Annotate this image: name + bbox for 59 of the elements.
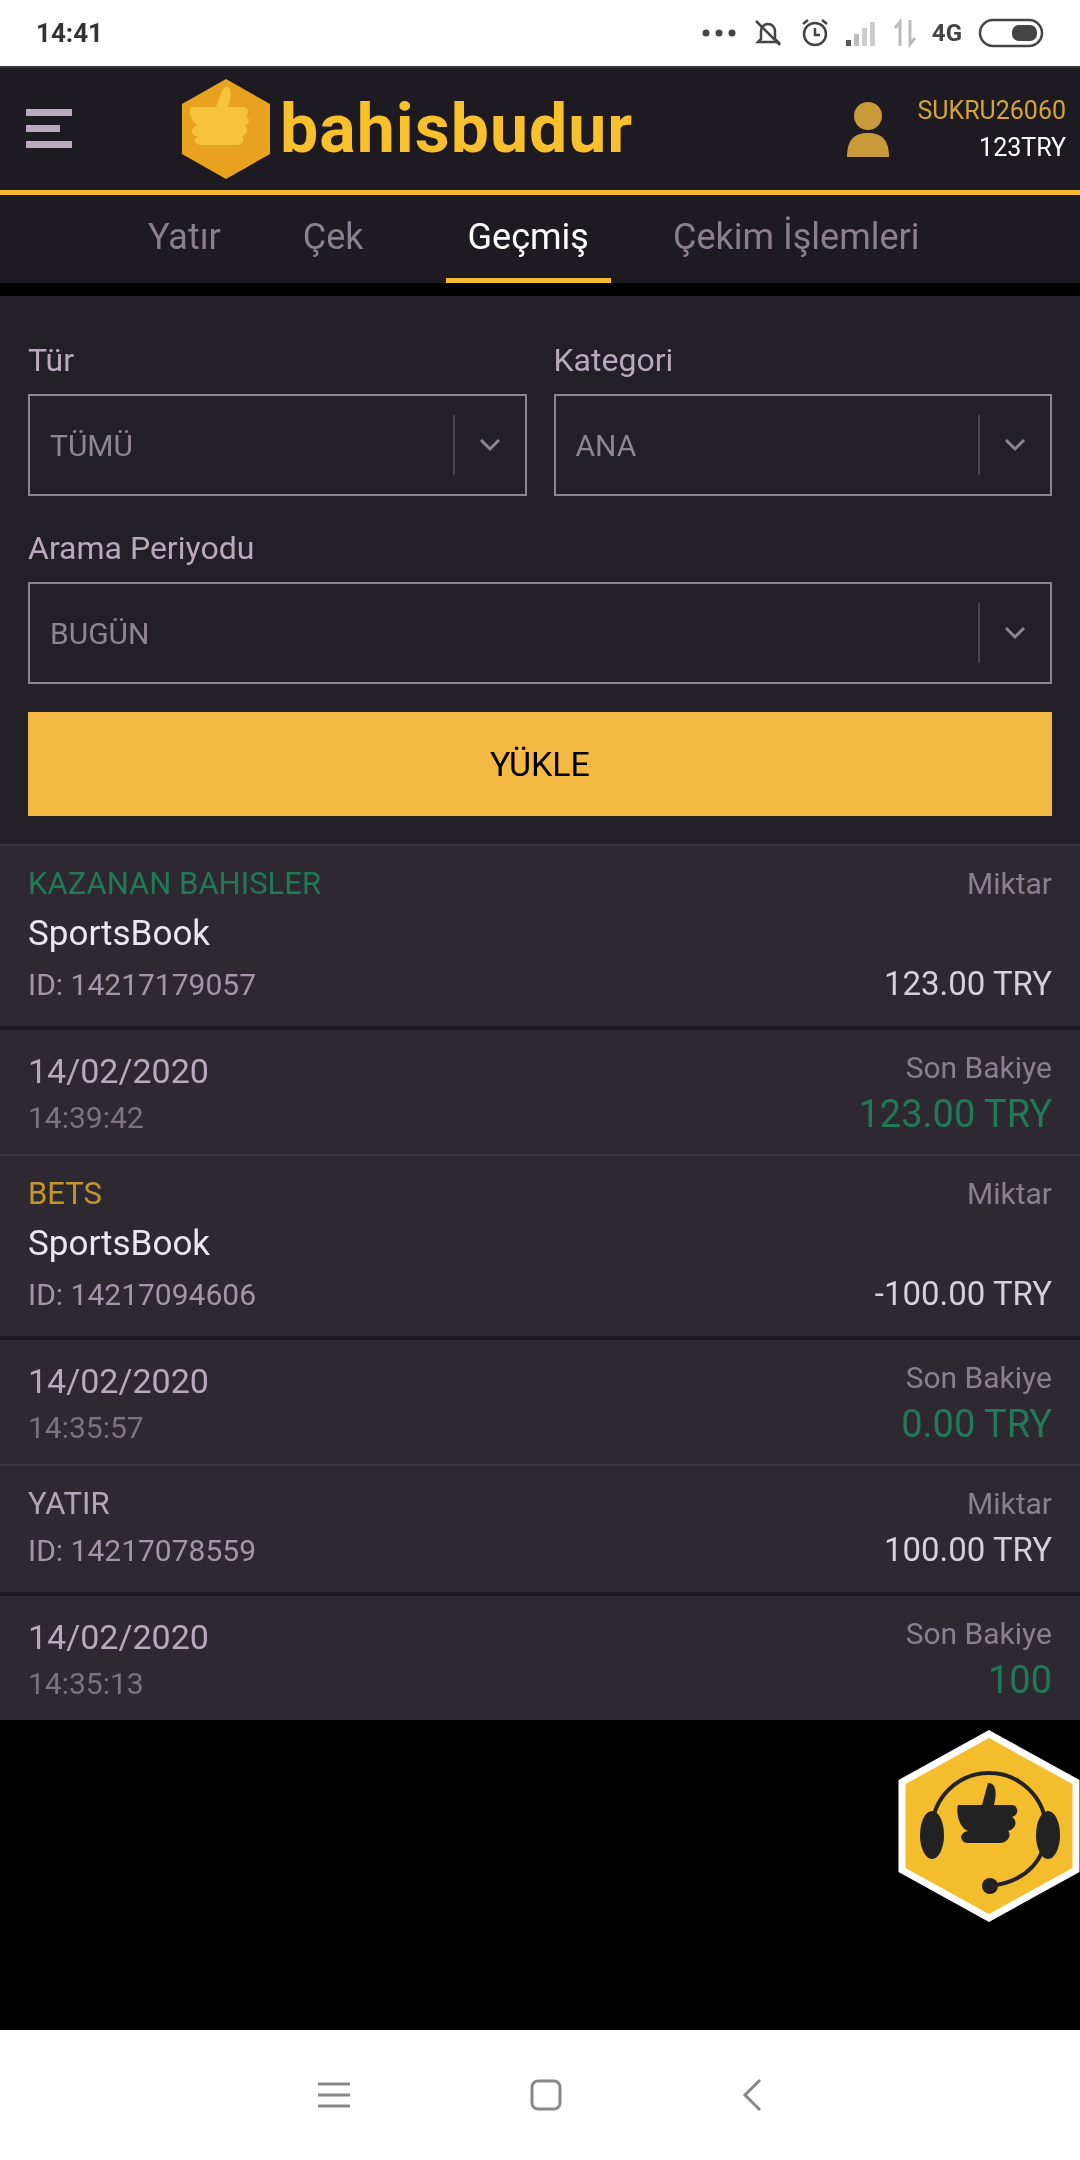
field-label: Arama Periyodu xyxy=(28,528,256,569)
back-button[interactable] xyxy=(742,2078,762,2112)
amount-label: Miktar xyxy=(967,1175,1052,1213)
tab[interactable]: Geçmiş xyxy=(445,195,611,283)
final-balance: 123.00 TRY xyxy=(858,1091,1052,1138)
back-icon xyxy=(742,2078,762,2112)
transaction-id: ID: 14217078559 xyxy=(28,1532,257,1570)
balance-label: Son Bakiye xyxy=(905,1359,1052,1397)
field-label: Tür xyxy=(28,340,76,381)
load-button[interactable]: YÜKLE xyxy=(28,712,1052,816)
dropdown-field[interactable]: BUGÜN xyxy=(28,582,1052,684)
tab[interactable]: Yatır xyxy=(148,195,221,283)
chevron-down-icon xyxy=(1004,626,1026,640)
support-button[interactable] xyxy=(898,1730,1080,1922)
product-name: SportsBook xyxy=(28,912,212,956)
network-label: 4G xyxy=(931,18,962,49)
account-balance: 123TRY xyxy=(979,132,1066,164)
balance-label: Son Bakiye xyxy=(905,1049,1052,1087)
signal-icon xyxy=(845,20,878,46)
amount: 123.00 TRY xyxy=(883,963,1052,1005)
status-time: 14:41 xyxy=(36,16,103,50)
transaction-category: BETS xyxy=(28,1174,103,1214)
recents-button[interactable] xyxy=(318,2082,350,2108)
transaction-time: 14:39:42 xyxy=(28,1099,145,1137)
menu-icon xyxy=(318,2082,350,2108)
dropdown-field[interactable]: ANA xyxy=(553,394,1052,496)
amount: 100.00 TRY xyxy=(883,1529,1052,1571)
support-agent-icon xyxy=(898,1730,1080,1922)
transaction-date: 14/02/2020 xyxy=(28,1616,209,1659)
amount-label: Miktar xyxy=(967,1485,1052,1523)
square-icon xyxy=(530,2079,562,2111)
amount-label: Miktar xyxy=(967,865,1052,903)
transaction-time: 14:35:13 xyxy=(28,1665,145,1703)
battery-icon xyxy=(978,18,1044,48)
dropdown-field[interactable]: TÜMÜ xyxy=(28,394,527,496)
user-icon xyxy=(845,101,892,157)
amount: -100.00 TRY xyxy=(874,1273,1052,1315)
transaction-time: 14:35:57 xyxy=(28,1409,145,1447)
chevron-down-icon xyxy=(478,438,501,452)
data-arrows-icon xyxy=(893,18,916,48)
chevron-down-icon xyxy=(1004,438,1026,452)
balance-label: Son Bakiye xyxy=(905,1615,1052,1653)
transaction-id: ID: 14217179057 xyxy=(28,966,258,1004)
home-button[interactable] xyxy=(530,2079,562,2111)
transaction-date: 14/02/2020 xyxy=(28,1050,209,1093)
field-label: Kategori xyxy=(553,340,675,381)
tab[interactable]: Çek xyxy=(302,195,364,283)
transaction-id: ID: 14217094606 xyxy=(28,1276,257,1314)
transaction-category: KAZANAN BAHISLER xyxy=(28,864,321,904)
brand-name: bahisbudur xyxy=(280,95,634,163)
final-balance: 100 xyxy=(987,1657,1052,1704)
transaction-category: YATIR xyxy=(28,1484,111,1524)
tab[interactable]: Çekim İşlemleri xyxy=(672,195,920,283)
menu-icon xyxy=(26,107,72,151)
username: SUKRU26060 xyxy=(917,94,1066,127)
product-name: SportsBook xyxy=(28,1222,212,1266)
final-balance: 0.00 TRY xyxy=(901,1401,1052,1448)
transaction-date: 14/02/2020 xyxy=(28,1360,209,1403)
more-icon xyxy=(701,29,736,37)
